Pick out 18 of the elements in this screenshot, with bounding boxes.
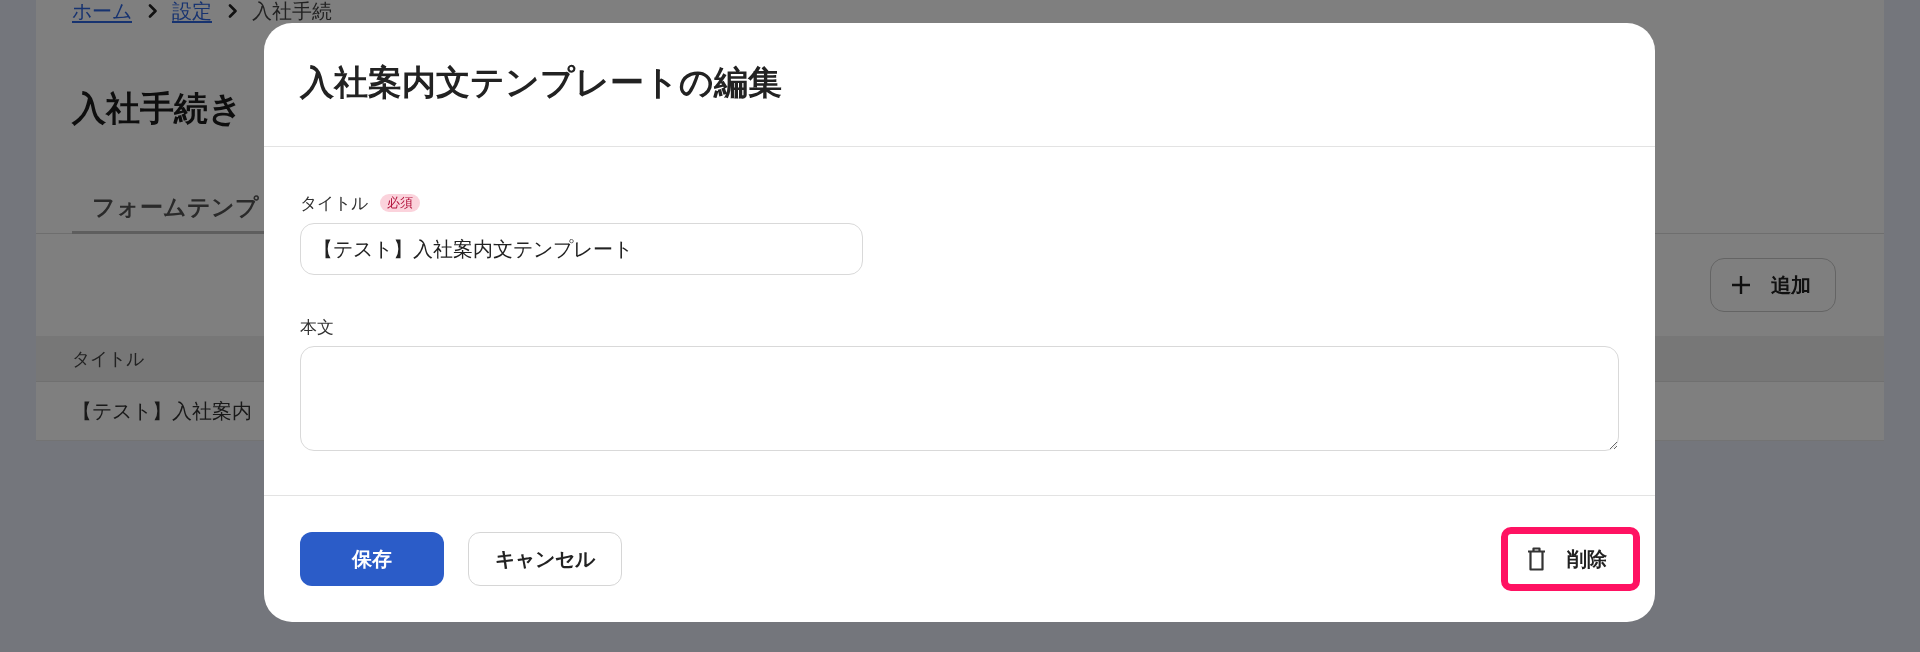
cancel-button[interactable]: キャンセル — [468, 532, 622, 586]
body-textarea[interactable] — [300, 346, 1619, 451]
table-cell: 【テスト】入社案内 — [72, 397, 252, 425]
plus-icon — [1731, 275, 1751, 295]
field-label: 本文 — [300, 315, 334, 339]
required-badge: 必須 — [380, 194, 420, 212]
breadcrumb-current: 入社手続 — [252, 0, 332, 22]
title-input[interactable]: 【テスト】入社案内文テンプレート — [300, 223, 863, 275]
breadcrumb-link[interactable]: 設定 — [172, 0, 212, 22]
chevron-right-icon — [148, 4, 158, 18]
add-button[interactable]: 追加 — [1710, 258, 1836, 312]
save-button[interactable]: 保存 — [300, 532, 444, 586]
column-header: タイトル — [72, 346, 144, 371]
field-label: タイトル — [300, 191, 368, 215]
dialog-title: 入社案内文テンプレートの編集 — [300, 60, 782, 104]
page-title: 入社手続き — [72, 88, 243, 128]
chevron-right-icon — [228, 4, 238, 18]
trash-icon — [1527, 547, 1546, 571]
